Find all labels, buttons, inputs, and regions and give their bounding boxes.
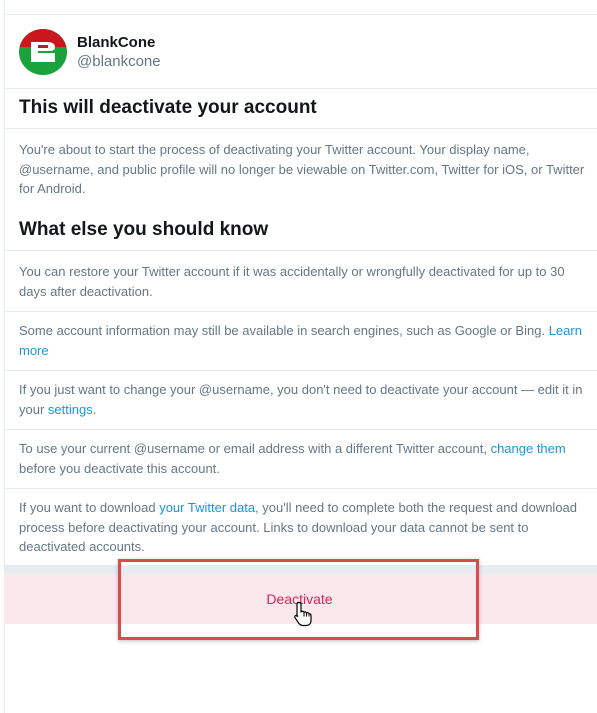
- restore-note: You can restore your Twitter account if …: [19, 264, 565, 299]
- username-note: If you just want to change your @usernam…: [19, 380, 589, 419]
- divider: [4, 370, 597, 371]
- search-engines-text: Some account information may still be av…: [19, 323, 549, 338]
- username-note-text: If you just want to change your @usernam…: [19, 382, 583, 417]
- divider: [4, 88, 597, 89]
- reuse-note-end: before you deactivate this account.: [19, 460, 220, 476]
- download-note: If you want to download your Twitter dat…: [19, 498, 589, 557]
- username-note-end: .: [92, 401, 97, 417]
- change-them-link[interactable]: change them: [491, 441, 566, 456]
- divider: [4, 128, 597, 129]
- avatar[interactable]: [19, 29, 67, 75]
- twitter-data-link[interactable]: your Twitter data: [159, 500, 255, 515]
- account-names: BlankCone @blankcone: [77, 33, 161, 71]
- settings-link[interactable]: settings: [48, 402, 93, 417]
- know-heading: What else you should know: [19, 219, 269, 240]
- deactivate-account-page: BlankCone @blankcone This will deactivat…: [0, 0, 597, 713]
- divider: [4, 488, 597, 489]
- blankcone-logo-icon: [31, 42, 55, 62]
- username: @blankcone: [77, 53, 161, 70]
- display-name: BlankCone: [77, 34, 156, 51]
- divider: [4, 429, 597, 430]
- download-note-text: If you want to download: [19, 500, 160, 515]
- reuse-note-text: To use your current @username or email a…: [19, 441, 491, 456]
- search-engines-note: Some account information may still be av…: [19, 321, 589, 360]
- footer-band: [4, 565, 597, 574]
- account-header: BlankCone @blankcone: [19, 29, 161, 75]
- intro-text: You're about to start the process of dea…: [19, 142, 585, 196]
- top-divider: [4, 14, 597, 15]
- divider: [4, 311, 597, 312]
- hand-pointer-icon: [294, 601, 312, 627]
- reuse-note: To use your current @username or email a…: [19, 439, 589, 478]
- divider: [4, 250, 597, 251]
- deactivate-heading: This will deactivate your account: [19, 97, 317, 118]
